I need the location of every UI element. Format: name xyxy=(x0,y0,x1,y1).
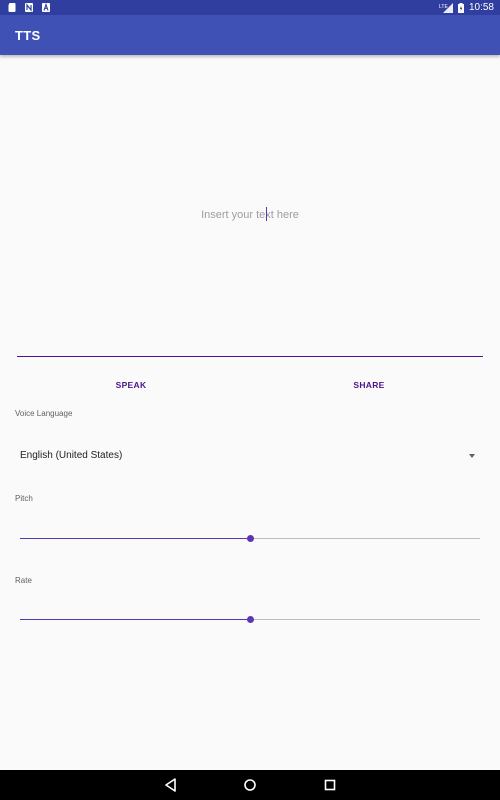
status-right-icons: LTE 10:58 xyxy=(439,1,494,14)
rate-slider-fill xyxy=(20,619,250,620)
status-left-icons xyxy=(8,3,50,12)
navigation-bar xyxy=(0,770,500,800)
voice-language-spinner[interactable]: English (United States) xyxy=(15,444,485,468)
text-input-placeholder: Insert your text here xyxy=(201,209,299,221)
app-title: TTS xyxy=(15,28,41,43)
rate-slider[interactable] xyxy=(20,613,480,627)
back-icon[interactable] xyxy=(162,776,180,794)
rate-slider-thumb[interactable] xyxy=(246,616,254,623)
status-time: 10:58 xyxy=(468,2,494,13)
pitch-slider[interactable] xyxy=(20,532,480,546)
pitch-slider-fill xyxy=(20,538,250,539)
pitch-slider-thumb[interactable] xyxy=(246,535,254,542)
app-bar: TTS xyxy=(0,15,500,55)
dropdown-arrow-icon xyxy=(469,454,475,458)
notification-n-icon xyxy=(25,3,33,12)
voice-language-label: Voice Language xyxy=(15,409,73,418)
voice-language-value: English (United States) xyxy=(20,450,123,461)
rate-label: Rate xyxy=(15,576,32,585)
status-bar: LTE 10:58 xyxy=(0,0,500,15)
share-button[interactable]: SHARE xyxy=(309,374,429,396)
text-cursor xyxy=(266,207,267,221)
signal-icon: LTE xyxy=(439,2,453,13)
sim-card-icon xyxy=(8,3,16,12)
text-input-underline xyxy=(17,356,483,357)
recents-icon[interactable] xyxy=(321,776,339,794)
notification-a-icon xyxy=(42,3,50,12)
battery-icon xyxy=(457,2,464,13)
pitch-label: Pitch xyxy=(15,494,33,503)
text-input[interactable]: Insert your text here xyxy=(17,60,483,357)
speak-button[interactable]: SPEAK xyxy=(71,374,191,396)
home-icon[interactable] xyxy=(241,776,259,794)
